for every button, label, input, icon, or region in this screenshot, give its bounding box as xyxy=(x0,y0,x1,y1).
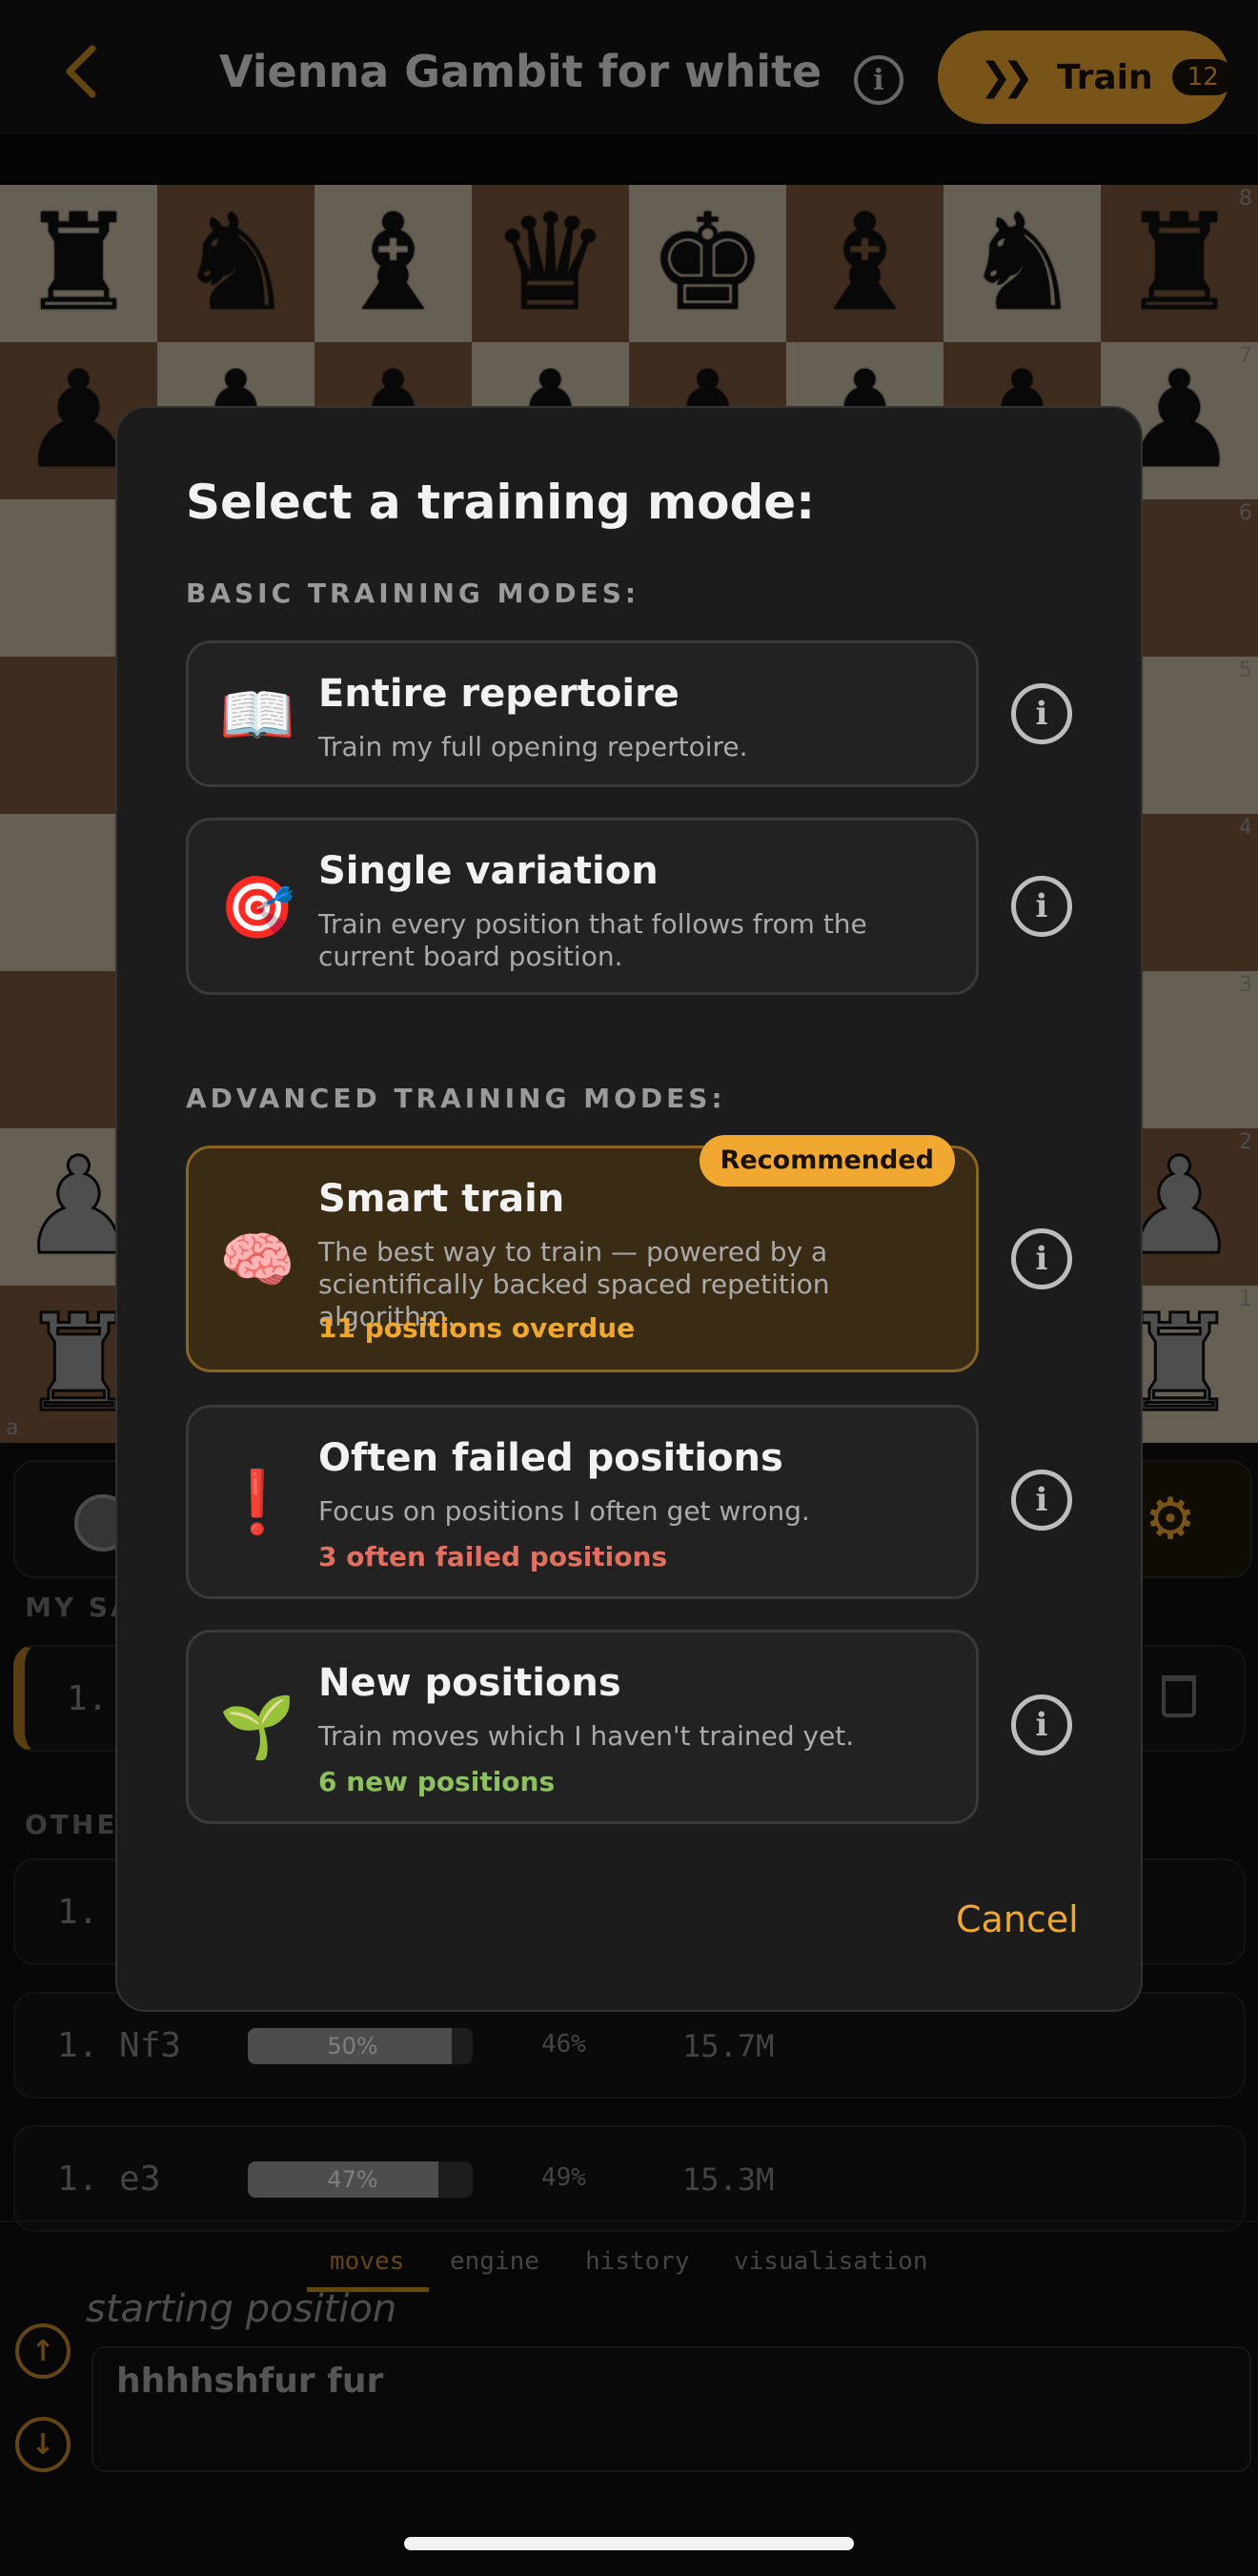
mode-single-variation[interactable]: 🎯 Single variation Train every position … xyxy=(186,818,979,995)
seedling-icon: 🌱 xyxy=(219,1693,295,1763)
new-count: 6 new positions xyxy=(318,1766,556,1797)
book-icon: 📖 xyxy=(219,680,295,751)
recommended-badge: Recommended xyxy=(699,1135,955,1187)
mode-new-positions[interactable]: 🌱 New positions Train moves which I have… xyxy=(186,1630,979,1824)
mode-title: New positions xyxy=(318,1661,621,1705)
advanced-modes-label: ADVANCED TRAINING MODES: xyxy=(186,1083,726,1114)
mode-often-failed[interactable]: ❗ Often failed positions Focus on positi… xyxy=(186,1405,979,1599)
home-indicator xyxy=(404,2537,854,2550)
mode-title: Single variation xyxy=(318,849,659,893)
exclamation-icon: ❗ xyxy=(219,1468,295,1538)
info-icon[interactable]: i xyxy=(1011,876,1072,937)
overdue-count: 11 positions overdue xyxy=(318,1312,636,1344)
cancel-button[interactable]: Cancel xyxy=(956,1898,1079,1940)
mode-smart-train[interactable]: Recommended 🧠 Smart train The best way t… xyxy=(186,1135,979,1372)
info-icon[interactable]: i xyxy=(1011,1470,1072,1531)
info-icon[interactable]: i xyxy=(1011,1228,1072,1289)
info-icon[interactable]: i xyxy=(1011,1694,1072,1755)
dialog-title: Select a training mode: xyxy=(186,475,816,530)
mode-description: Train moves which I haven't trained yet. xyxy=(318,1720,855,1752)
mode-title: Often failed positions xyxy=(318,1436,783,1480)
mode-description: Focus on positions I often get wrong. xyxy=(318,1495,810,1527)
info-icon[interactable]: i xyxy=(1011,683,1072,744)
mode-description: Train my full opening repertoire. xyxy=(318,731,748,762)
basic-modes-label: BASIC TRAINING MODES: xyxy=(186,578,640,609)
mode-title: Smart train xyxy=(318,1177,565,1221)
brain-icon: 🧠 xyxy=(219,1226,295,1296)
failed-count: 3 often failed positions xyxy=(318,1541,668,1572)
training-mode-dialog: Select a training mode: BASIC TRAINING M… xyxy=(115,406,1143,2012)
mode-title: Entire repertoire xyxy=(318,672,680,716)
mode-description: Train every position that follows from t… xyxy=(318,908,867,972)
target-icon: 🎯 xyxy=(219,873,295,943)
mode-entire-repertoire[interactable]: 📖 Entire repertoire Train my full openin… xyxy=(186,640,979,787)
